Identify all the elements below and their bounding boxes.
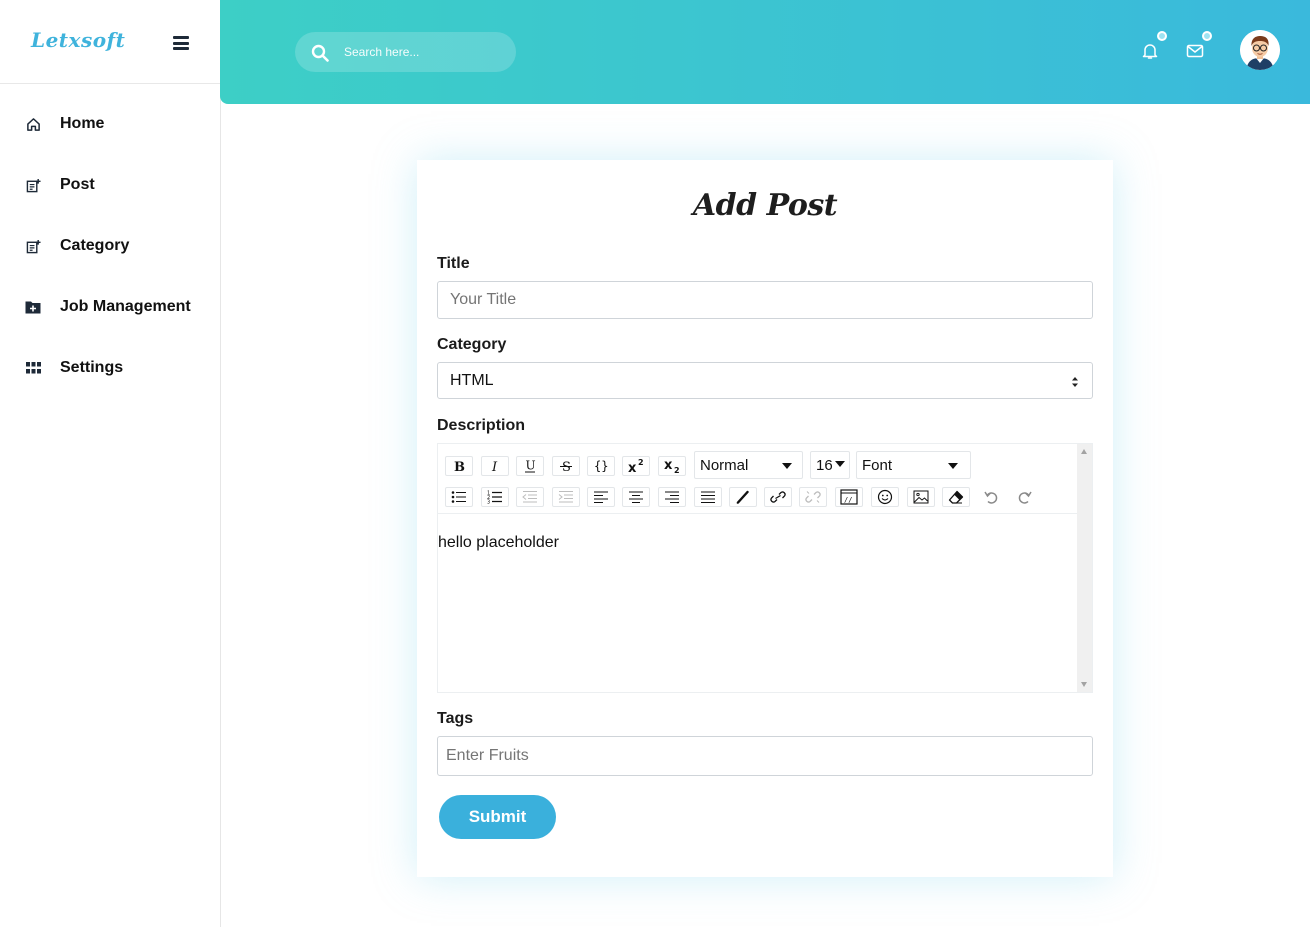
sidebar-item-job-management[interactable]: Job Management bbox=[0, 287, 220, 327]
editor-content[interactable]: hello placeholder bbox=[438, 534, 559, 552]
font-size-dropdown-value: 16 bbox=[816, 456, 833, 474]
notification-dot bbox=[1157, 31, 1167, 41]
align-justify-icon[interactable] bbox=[694, 487, 722, 507]
svg-text://_: //_ bbox=[844, 496, 857, 504]
align-right-icon[interactable] bbox=[658, 487, 686, 507]
sidebar-item-label: Settings bbox=[60, 359, 124, 376]
search-input[interactable] bbox=[344, 42, 504, 62]
editor-scrollbar[interactable] bbox=[1077, 444, 1092, 692]
format-dropdown[interactable]: Normal bbox=[694, 451, 803, 479]
logo[interactable]: Letxsoft bbox=[31, 28, 125, 52]
bell-icon[interactable] bbox=[1141, 42, 1159, 60]
emoji-icon[interactable] bbox=[871, 487, 899, 507]
italic-icon[interactable]: I bbox=[481, 456, 509, 476]
avatar[interactable] bbox=[1240, 30, 1280, 70]
image-icon[interactable] bbox=[907, 487, 935, 507]
indent-increase-icon[interactable] bbox=[552, 487, 580, 507]
submit-button[interactable]: Submit bbox=[439, 795, 556, 839]
bold-icon[interactable]: B bbox=[445, 456, 473, 476]
category-icon bbox=[25, 238, 41, 254]
sidebar-item-home[interactable]: Home bbox=[0, 104, 220, 144]
eraser-icon[interactable] bbox=[942, 487, 970, 507]
link-icon[interactable] bbox=[764, 487, 792, 507]
scroll-down-icon[interactable] bbox=[1081, 682, 1087, 687]
svg-text:I: I bbox=[491, 460, 498, 473]
home-icon bbox=[25, 116, 41, 132]
svg-text:2: 2 bbox=[674, 466, 680, 474]
sidebar: Letxsoft Home Post Category Job Manageme… bbox=[0, 0, 221, 927]
align-center-icon[interactable] bbox=[622, 487, 650, 507]
svg-text:{}: {} bbox=[594, 459, 608, 473]
strikethrough-icon[interactable]: S bbox=[552, 456, 580, 476]
font-size-dropdown[interactable]: 16 bbox=[810, 451, 850, 479]
sidebar-item-label: Post bbox=[60, 176, 95, 193]
caret-down-icon bbox=[948, 463, 958, 469]
caret-down-icon bbox=[782, 463, 792, 469]
category-select[interactable]: HTML bbox=[437, 362, 1093, 399]
subscript-icon[interactable]: x2 bbox=[658, 456, 686, 476]
folder-plus-icon bbox=[25, 299, 41, 315]
top-header bbox=[220, 0, 1310, 104]
format-dropdown-value: Normal bbox=[700, 456, 749, 474]
add-post-card: Add Post Title Category HTML Description… bbox=[417, 160, 1113, 877]
svg-text:B: B bbox=[454, 460, 465, 473]
redo-icon[interactable] bbox=[1011, 487, 1039, 507]
align-left-icon[interactable] bbox=[587, 487, 615, 507]
search-icon[interactable] bbox=[311, 44, 329, 62]
numbered-list-icon[interactable]: 123 bbox=[481, 487, 509, 507]
description-label: Description bbox=[437, 417, 526, 434]
sidebar-item-label: Home bbox=[60, 115, 105, 132]
tags-label: Tags bbox=[437, 710, 474, 727]
title-label: Title bbox=[437, 255, 470, 272]
superscript-icon[interactable]: x2 bbox=[622, 456, 650, 476]
code-block-icon[interactable]: {} bbox=[587, 456, 615, 476]
bullet-list-icon[interactable] bbox=[445, 487, 473, 507]
search-box bbox=[295, 32, 516, 72]
sidebar-item-label: Category bbox=[60, 237, 130, 254]
svg-text:3: 3 bbox=[487, 500, 490, 505]
svg-text:U: U bbox=[526, 459, 536, 473]
select-arrows-icon bbox=[1071, 375, 1079, 387]
menu-toggle-icon[interactable] bbox=[173, 36, 189, 50]
sidebar-item-category[interactable]: Category bbox=[0, 226, 220, 266]
rich-text-editor[interactable]: B I U S {} x2 x2 Normal 16 Font 1 2 3 //… bbox=[437, 443, 1093, 693]
tags-input[interactable] bbox=[437, 736, 1093, 776]
message-dot bbox=[1202, 31, 1212, 41]
page-title: Add Post bbox=[692, 188, 838, 223]
caret-down-icon bbox=[835, 461, 845, 467]
mail-icon[interactable] bbox=[1186, 42, 1204, 60]
scroll-up-icon[interactable] bbox=[1081, 449, 1087, 454]
sidebar-item-label: Job Management bbox=[60, 298, 191, 315]
title-input[interactable] bbox=[437, 281, 1093, 319]
editor-toolbar: B I U S {} x2 x2 Normal 16 Font 1 2 3 //… bbox=[438, 444, 1078, 514]
text-color-icon[interactable] bbox=[729, 487, 757, 507]
font-family-dropdown[interactable]: Font bbox=[856, 451, 971, 479]
undo-icon[interactable] bbox=[977, 487, 1005, 507]
post-icon bbox=[25, 177, 41, 193]
svg-text:x: x bbox=[664, 458, 673, 473]
svg-text:x: x bbox=[628, 461, 637, 474]
indent-decrease-icon[interactable] bbox=[516, 487, 544, 507]
underline-icon[interactable]: U bbox=[516, 456, 544, 476]
category-label: Category bbox=[437, 336, 507, 353]
brand-area: Letxsoft bbox=[0, 0, 220, 84]
embed-code-icon[interactable]: //_ bbox=[835, 487, 863, 507]
grid-icon bbox=[25, 360, 41, 376]
svg-text:2: 2 bbox=[638, 458, 644, 467]
font-family-dropdown-value: Font bbox=[862, 456, 893, 474]
unlink-icon[interactable] bbox=[799, 487, 827, 507]
sidebar-item-post[interactable]: Post bbox=[0, 165, 220, 205]
category-selected-value: HTML bbox=[450, 371, 494, 389]
sidebar-item-settings[interactable]: Settings bbox=[0, 348, 220, 388]
